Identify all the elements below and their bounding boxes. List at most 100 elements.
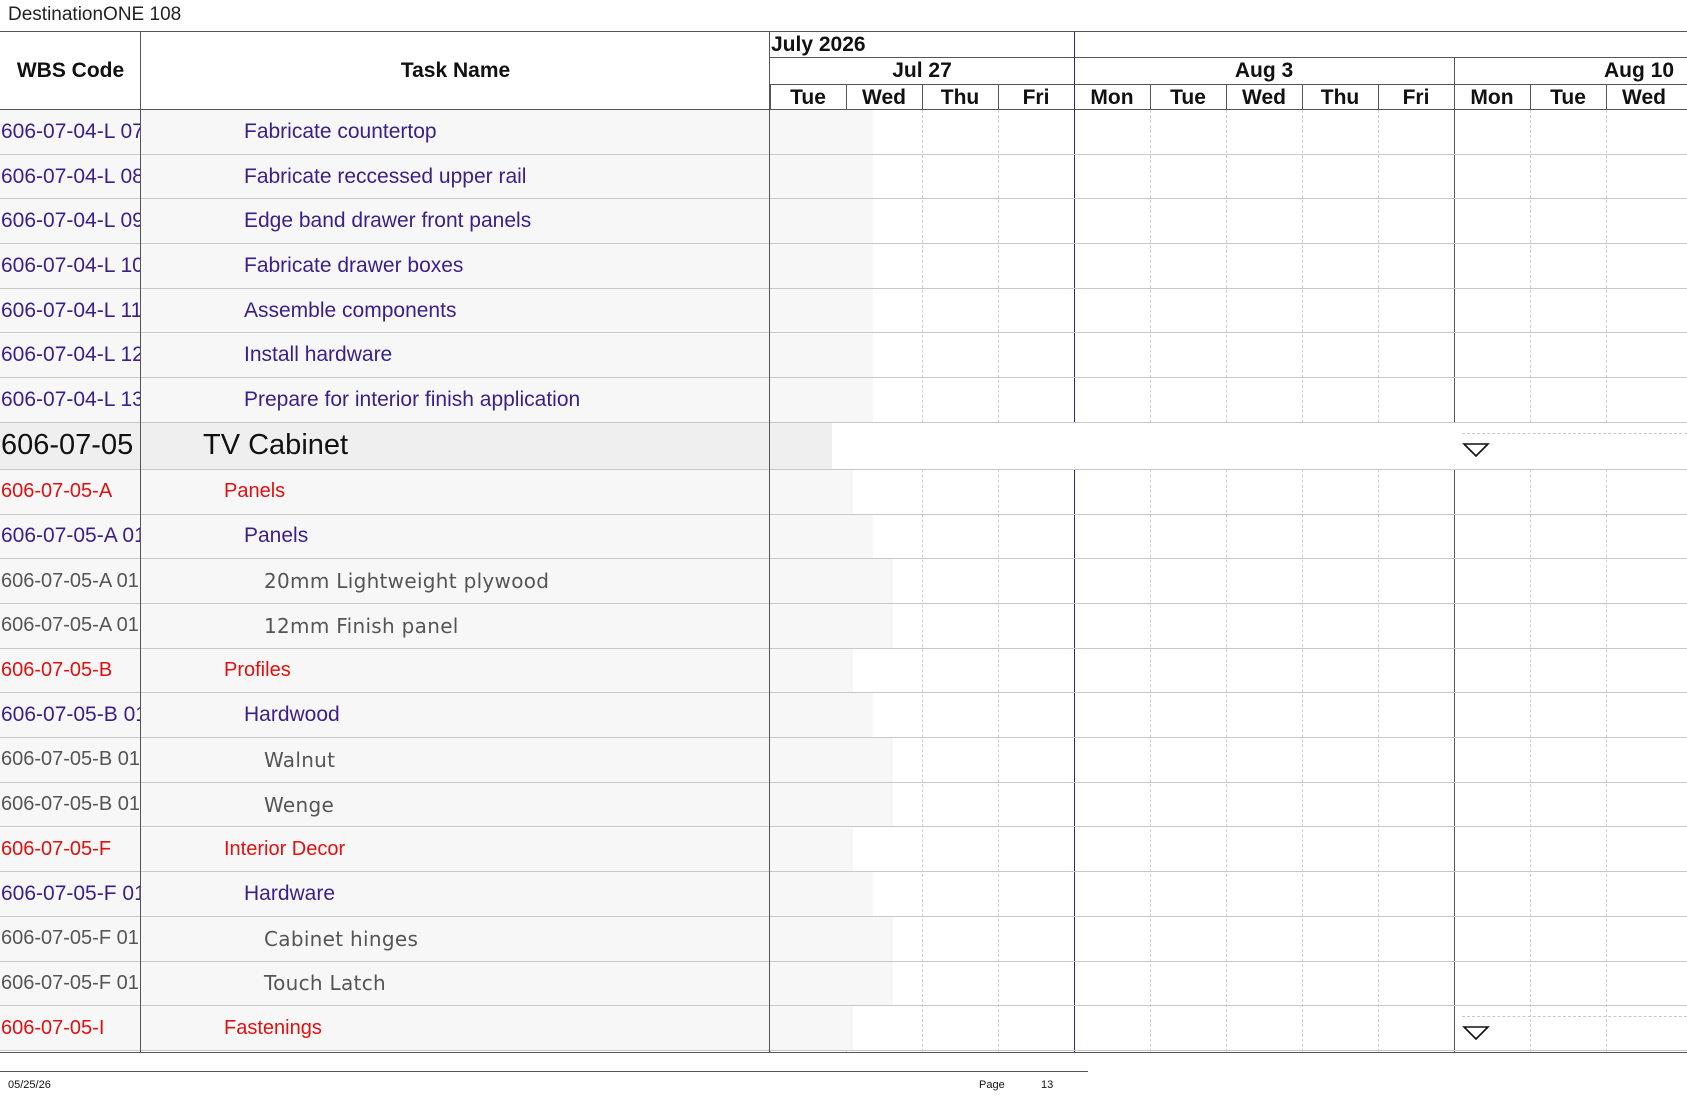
- task-name-cell[interactable]: Interior Decor: [141, 827, 853, 872]
- wbs-code-cell[interactable]: 606-07-05: [0, 422, 141, 469]
- wbs-code-cell[interactable]: 606-07-04-L 08: [0, 154, 141, 199]
- task-name: Prepare for interior finish application: [244, 388, 581, 412]
- task-name-cell[interactable]: Touch Latch: [141, 961, 893, 1006]
- task-name-cell[interactable]: Panels: [141, 469, 853, 514]
- material-row[interactable]: 606-07-05-F 01 01 Cabinet hinges: [0, 916, 1687, 962]
- wbs-code-cell[interactable]: 606-07-05-B 01 02: [0, 782, 141, 827]
- task-row[interactable]: 606-07-05-F 01 Hardware: [0, 872, 1687, 917]
- task-name: Hardware: [244, 882, 336, 906]
- task-name-cell[interactable]: Fabricate reccessed upper rail: [141, 154, 873, 199]
- task-row[interactable]: 606-07-05-B 01 Hardwood: [0, 693, 1687, 739]
- table-chart-divider: [769, 32, 770, 1052]
- material-row[interactable]: 606-07-05-A 01 01 20mm Lightweight plywoo…: [0, 559, 1687, 604]
- task-row[interactable]: 606-07-04-L 08 Fabricate reccessed upper …: [0, 154, 1687, 200]
- wbs-code: 606-07-05-B 01 02: [1, 793, 140, 816]
- task-name: Edge band drawer front panels: [244, 209, 532, 233]
- task-row[interactable]: 606-07-04-L 09 Edge band drawer front pan…: [0, 199, 1687, 245]
- task-row[interactable]: 606-07-04-L 11 Assemble components: [0, 288, 1687, 334]
- phase-row[interactable]: 606-07-05-I Fastenings: [0, 1006, 1687, 1051]
- task-name-cell[interactable]: Fastenings: [141, 1006, 853, 1050]
- task-name-cell[interactable]: Assemble components: [141, 288, 873, 333]
- wbs-code-cell[interactable]: 606-07-05-F 01 02: [0, 961, 141, 1006]
- day-label: Mon: [1090, 86, 1134, 109]
- wbs-code: 606-07-04-L 10: [1, 253, 141, 277]
- footer-date: 05/25/26: [8, 1079, 51, 1091]
- task-name: Profiles: [224, 659, 291, 682]
- header-area: WBS Code Task Name July 2026 Jul 27 Aug 3…: [0, 32, 1687, 110]
- task-row[interactable]: 606-07-04-L 13 Prepare for interior finis…: [0, 378, 1687, 423]
- day-label: Tue: [790, 86, 826, 109]
- summary-task-row[interactable]: 606-07-05 TV Cabinet: [0, 422, 1687, 470]
- wbs-code-cell[interactable]: 606-07-04-L 11: [0, 288, 141, 333]
- task-name-cell[interactable]: Panels: [141, 514, 873, 559]
- wbs-code-cell[interactable]: 606-07-04-L 12: [0, 333, 141, 378]
- task-name-cell[interactable]: Edge band drawer front panels: [141, 199, 873, 244]
- task-name-cell[interactable]: 12mm Finish panel: [141, 604, 893, 648]
- wbs-code-cell[interactable]: 606-07-05-A 01 01: [0, 559, 141, 603]
- day-label: Fri: [1022, 86, 1050, 109]
- wbs-code-cell[interactable]: 606-07-05-F 01 01: [0, 916, 141, 961]
- wbs-code-cell[interactable]: 606-07-04-L 07: [0, 110, 141, 154]
- task-name-cell[interactable]: Prepare for interior finish application: [141, 378, 873, 422]
- footer-page-label: Page: [979, 1079, 1005, 1091]
- summary-start-marker-icon[interactable]: [1462, 1025, 1490, 1041]
- task-name: Touch Latch: [264, 971, 386, 996]
- day-label: Tue: [1170, 86, 1206, 109]
- wbs-code: 606-07-05-A 01: [1, 524, 141, 548]
- task-name: Panels: [224, 480, 286, 503]
- wbs-code-cell[interactable]: 606-07-05-B: [0, 648, 141, 693]
- phase-row[interactable]: 606-07-05-F Interior Decor: [0, 827, 1687, 873]
- day-header-separator: [1378, 84, 1379, 110]
- wbs-code: 606-07-05: [1, 429, 134, 462]
- task-name-cell[interactable]: Hardware: [141, 872, 873, 916]
- task-name-column-header[interactable]: Task Name: [141, 32, 770, 109]
- wbs-code: 606-07-04-L 13: [1, 388, 141, 412]
- day-header-separator: [1302, 84, 1303, 110]
- task-row[interactable]: 606-07-04-L 10 Fabricate drawer boxes: [0, 244, 1687, 289]
- wbs-code-cell[interactable]: 606-07-05-F: [0, 827, 141, 872]
- wbs-code-cell[interactable]: 606-07-05-A 01: [0, 514, 141, 559]
- phase-row[interactable]: 606-07-05-A Panels: [0, 469, 1687, 515]
- task-name-cell[interactable]: 20mm Lightweight plywood: [141, 559, 893, 603]
- wbs-code-cell[interactable]: 606-07-05-B 01 01: [0, 738, 141, 782]
- task-row[interactable]: 606-07-04-L 12 Install hardware: [0, 333, 1687, 379]
- summary-start-marker-icon[interactable]: [1462, 442, 1490, 458]
- task-name-cell[interactable]: Fabricate countertop: [141, 110, 873, 154]
- document-title: DestinationONE 108: [8, 4, 182, 25]
- wbs-code: 606-07-05-F: [1, 837, 112, 860]
- material-row[interactable]: 606-07-05-B 01 02 Wenge: [0, 782, 1687, 828]
- day-label: Wed: [1242, 86, 1286, 109]
- task-name: Walnut: [264, 747, 336, 772]
- task-name: 12mm Finish panel: [264, 613, 459, 638]
- task-name-cell[interactable]: TV Cabinet: [141, 422, 832, 469]
- wbs-code-cell[interactable]: 606-07-05-I: [0, 1006, 141, 1050]
- task-name: TV Cabinet: [203, 429, 349, 462]
- material-row[interactable]: 606-07-05-B 01 01 Walnut: [0, 738, 1687, 783]
- task-name-cell[interactable]: Cabinet hinges: [141, 916, 893, 961]
- task-name-cell[interactable]: Walnut: [141, 738, 893, 782]
- task-name-cell[interactable]: Hardwood: [141, 693, 873, 738]
- task-row[interactable]: 606-07-05-A 01 Panels: [0, 514, 1687, 560]
- week-label: Aug 10: [1603, 59, 1674, 82]
- week-label: Aug 3: [1234, 59, 1294, 82]
- task-name: Fabricate reccessed upper rail: [244, 164, 527, 188]
- wbs-code-cell[interactable]: 606-07-04-L 10: [0, 244, 141, 288]
- task-name: Hardwood: [244, 703, 340, 727]
- day-header-separator: [846, 84, 847, 110]
- task-name-cell[interactable]: Fabricate drawer boxes: [141, 244, 873, 288]
- day-header-separator: [1606, 84, 1607, 110]
- task-name-cell[interactable]: Profiles: [141, 648, 853, 693]
- task-name-cell[interactable]: Wenge: [141, 782, 893, 827]
- material-row[interactable]: 606-07-05-A 01 02 12mm Finish panel: [0, 604, 1687, 649]
- wbs-code-cell[interactable]: 606-07-05-B 01: [0, 693, 141, 738]
- wbs-code-cell[interactable]: 606-07-05-A 01 02: [0, 604, 141, 648]
- task-name-cell[interactable]: Install hardware: [141, 333, 873, 378]
- wbs-column-header[interactable]: WBS Code: [0, 32, 141, 109]
- wbs-code-cell[interactable]: 606-07-05-F 01: [0, 872, 141, 916]
- wbs-code-cell[interactable]: 606-07-04-L 13: [0, 378, 141, 422]
- phase-row[interactable]: 606-07-05-B Profiles: [0, 648, 1687, 694]
- wbs-code-cell[interactable]: 606-07-04-L 09: [0, 199, 141, 244]
- wbs-code-cell[interactable]: 606-07-05-A: [0, 469, 141, 514]
- material-row[interactable]: 606-07-05-F 01 02 Touch Latch: [0, 961, 1687, 1007]
- task-row[interactable]: 606-07-04-L 07 Fabricate countertop: [0, 110, 1687, 155]
